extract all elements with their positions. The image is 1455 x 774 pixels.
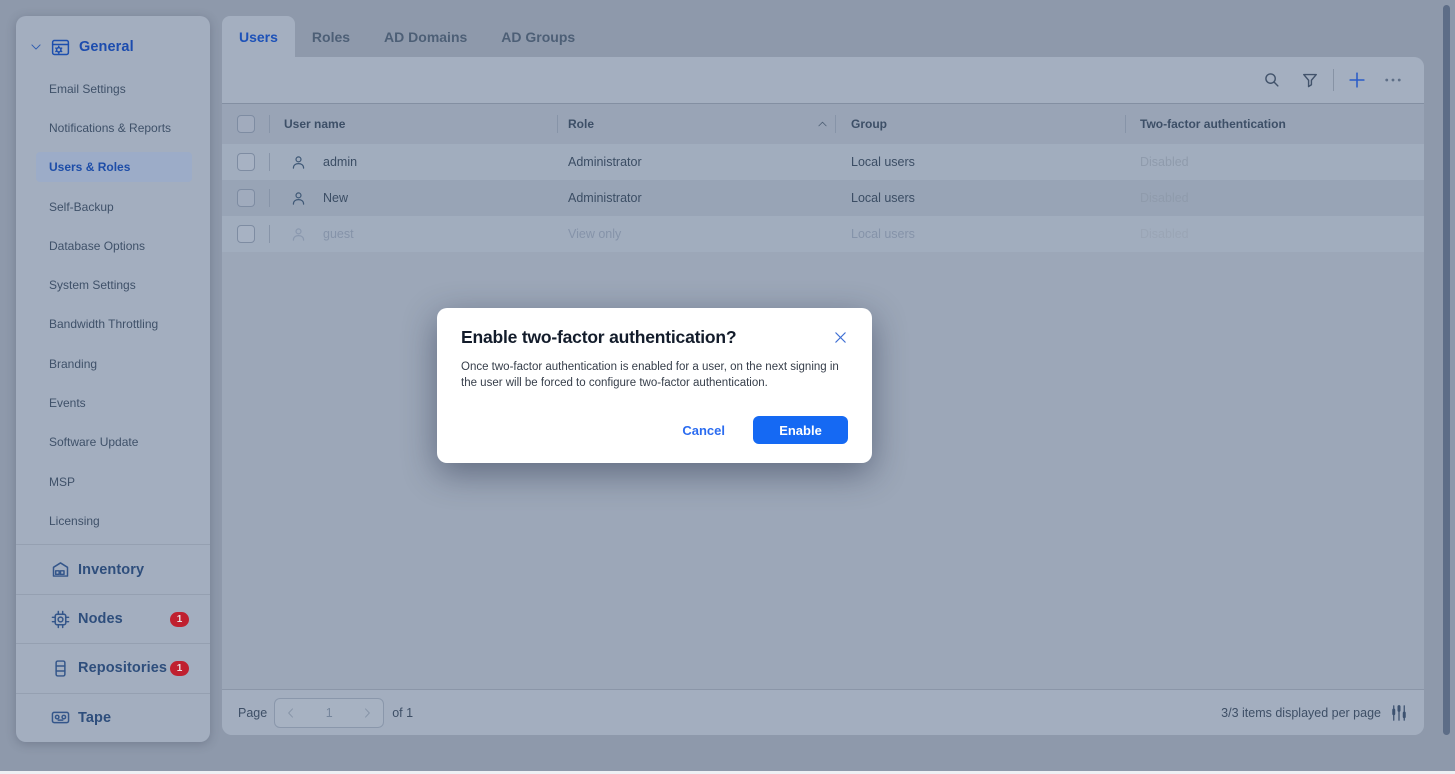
- modal-message: Once two-factor authentication is enable…: [461, 359, 848, 391]
- scrollbar[interactable]: [1443, 5, 1450, 735]
- enable-button[interactable]: Enable: [753, 416, 848, 444]
- modal-actions: Cancel Enable: [461, 416, 848, 444]
- cancel-button[interactable]: Cancel: [680, 419, 727, 442]
- close-icon[interactable]: [833, 330, 848, 345]
- modal-dialog: Enable two-factor authentication? Once t…: [437, 308, 872, 463]
- modal-header: Enable two-factor authentication?: [461, 327, 848, 348]
- modal-title: Enable two-factor authentication?: [461, 327, 736, 348]
